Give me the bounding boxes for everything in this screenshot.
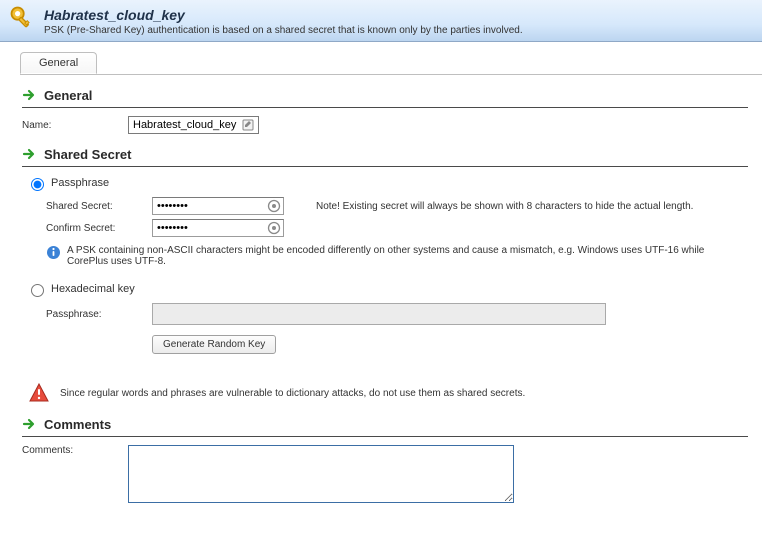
comments-textarea[interactable] bbox=[128, 445, 514, 503]
arrow-icon bbox=[22, 146, 38, 162]
generate-key-button[interactable]: Generate Random Key bbox=[152, 335, 276, 354]
edit-icon[interactable] bbox=[242, 119, 254, 131]
section-head-shared-secret: Shared Secret bbox=[22, 146, 748, 162]
confirm-secret-label: Confirm Secret: bbox=[46, 223, 152, 234]
shared-secret-input[interactable] bbox=[152, 197, 284, 215]
info-icon bbox=[46, 245, 61, 260]
arrow-icon bbox=[22, 87, 38, 103]
encoding-note: A PSK containing non-ASCII characters mi… bbox=[67, 245, 748, 267]
name-label: Name: bbox=[22, 120, 128, 131]
page-title: Habratest_cloud_key bbox=[44, 7, 523, 23]
divider bbox=[22, 166, 748, 167]
page-description: PSK (Pre-Shared Key) authentication is b… bbox=[44, 25, 523, 36]
section-title-general: General bbox=[44, 88, 92, 103]
hex-pass-input bbox=[152, 303, 606, 325]
arrow-icon bbox=[22, 416, 38, 432]
shared-secret-label: Shared Secret: bbox=[46, 201, 152, 212]
section-head-comments: Comments bbox=[22, 416, 748, 432]
passphrase-radio[interactable] bbox=[31, 178, 44, 191]
reveal-icon[interactable] bbox=[267, 199, 281, 213]
hex-pass-label: Passphrase: bbox=[46, 309, 152, 320]
section-title-shared-secret: Shared Secret bbox=[44, 147, 131, 162]
name-field[interactable]: Habratest_cloud_key bbox=[128, 116, 259, 134]
comments-label: Comments: bbox=[22, 445, 128, 456]
warning-icon bbox=[28, 382, 50, 404]
divider bbox=[22, 107, 748, 108]
name-value: Habratest_cloud_key bbox=[133, 119, 236, 131]
length-note: Note! Existing secret will always be sho… bbox=[316, 201, 693, 212]
reveal-icon[interactable] bbox=[267, 221, 281, 235]
hex-radio-label: Hexadecimal key bbox=[51, 283, 135, 295]
tab-bar: General bbox=[20, 52, 762, 75]
section-title-comments: Comments bbox=[44, 417, 111, 432]
page-header: Habratest_cloud_key PSK (Pre-Shared Key)… bbox=[0, 0, 762, 42]
divider bbox=[22, 436, 748, 437]
key-icon bbox=[8, 4, 36, 32]
confirm-secret-input[interactable] bbox=[152, 219, 284, 237]
passphrase-radio-label: Passphrase bbox=[51, 177, 109, 189]
tab-general[interactable]: General bbox=[20, 52, 97, 74]
hex-radio[interactable] bbox=[31, 284, 44, 297]
dictionary-warning: Since regular words and phrases are vuln… bbox=[60, 388, 525, 399]
section-head-general: General bbox=[22, 87, 748, 103]
